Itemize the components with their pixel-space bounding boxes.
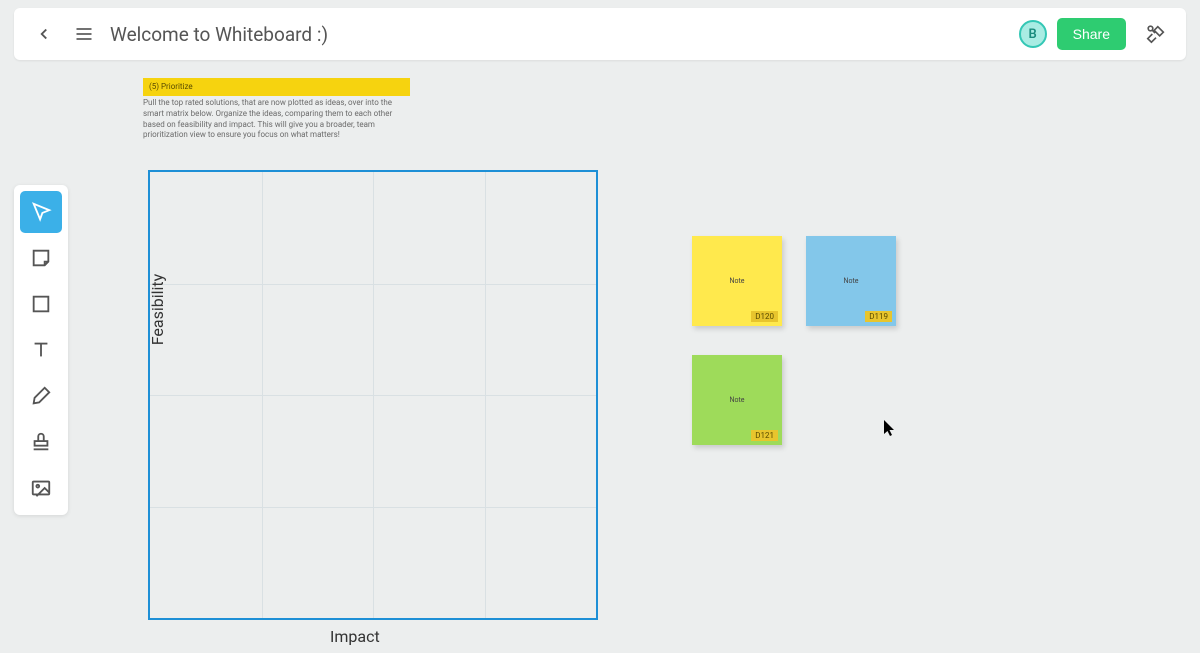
square-icon xyxy=(30,293,52,315)
tool-image[interactable] xyxy=(20,467,62,509)
cursor-icon xyxy=(30,201,52,223)
section-header[interactable]: (5) Prioritize xyxy=(143,78,410,96)
sticky-note-tag: D121 xyxy=(751,430,778,441)
avatar-initial: B xyxy=(1029,27,1037,42)
settings-tools-button[interactable] xyxy=(1136,14,1176,54)
priority-matrix[interactable] xyxy=(148,170,598,620)
sticky-note-tag: D119 xyxy=(865,311,892,322)
sticky-note-text: Note xyxy=(730,277,745,285)
tool-marker[interactable] xyxy=(20,375,62,417)
tool-shape[interactable] xyxy=(20,283,62,325)
section-instructions: Pull the top rated solutions, that are n… xyxy=(143,98,413,141)
tools-icon xyxy=(1145,23,1167,45)
section-header-label: (5) Prioritize xyxy=(149,82,193,91)
sticky-note-text: Note xyxy=(844,277,859,285)
share-button[interactable]: Share xyxy=(1057,18,1126,50)
stamp-icon xyxy=(30,431,52,453)
image-icon xyxy=(30,477,52,499)
sticky-note-icon xyxy=(30,247,52,269)
cursor-icon xyxy=(883,419,897,437)
hamburger-icon xyxy=(74,24,94,44)
chevron-left-icon xyxy=(35,25,53,43)
tool-select[interactable] xyxy=(20,191,62,233)
sticky-note-tag: D120 xyxy=(751,311,778,322)
sticky-note-text: Note xyxy=(730,396,745,404)
menu-button[interactable] xyxy=(64,14,104,54)
board-title[interactable]: Welcome to Whiteboard :) xyxy=(110,23,328,46)
matrix-y-axis-label: Feasibility xyxy=(148,274,167,345)
sticky-note[interactable]: Note D120 xyxy=(692,236,782,326)
tool-stamp[interactable] xyxy=(20,421,62,463)
marker-icon xyxy=(30,385,52,407)
tool-text[interactable] xyxy=(20,329,62,371)
back-button[interactable] xyxy=(24,14,64,54)
sticky-note[interactable]: Note D119 xyxy=(806,236,896,326)
matrix-x-axis-label: Impact xyxy=(330,627,380,646)
whiteboard-canvas[interactable]: (5) Prioritize Pull the top rated soluti… xyxy=(0,0,1200,653)
user-avatar[interactable]: B xyxy=(1019,20,1047,48)
text-icon xyxy=(30,339,52,361)
tool-palette xyxy=(14,185,68,515)
tool-sticky-note[interactable] xyxy=(20,237,62,279)
app-header: Welcome to Whiteboard :) B Share xyxy=(14,8,1186,60)
pointer-cursor xyxy=(883,419,897,437)
sticky-note[interactable]: Note D121 xyxy=(692,355,782,445)
